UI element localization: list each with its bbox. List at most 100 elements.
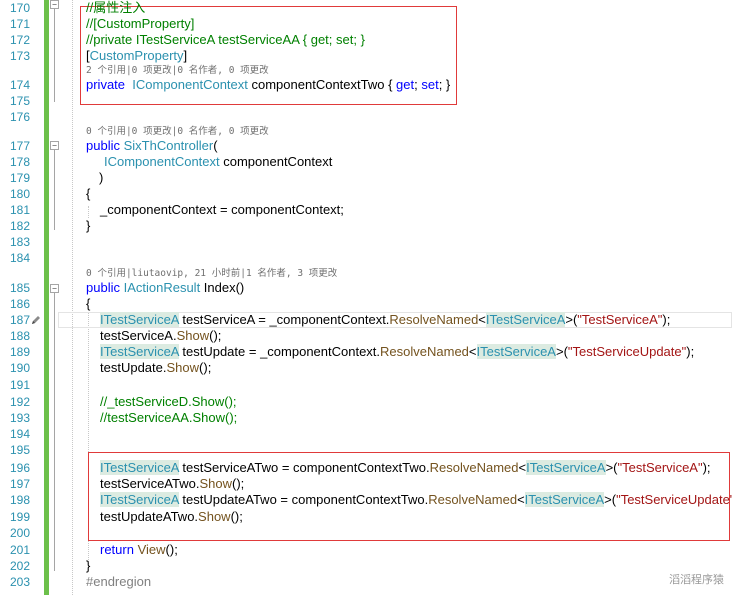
codelens-info[interactable]: 0 个引用|liutaovip, 21 小时前|1 名作者, 3 项更改 <box>86 268 337 280</box>
code-text: testUpdate = _componentContext. <box>178 344 381 359</box>
comment-text: //testServiceAA.Show(); <box>100 410 238 425</box>
code-text: testServiceATwo = componentContextTwo. <box>178 460 430 475</box>
code-line-182[interactable]: } <box>86 218 90 234</box>
line-number: 193 <box>9 411 30 425</box>
line-number: 176 <box>9 110 30 124</box>
code-text: < <box>468 344 477 359</box>
type-name-highlighted: ITestServiceA <box>100 344 179 359</box>
type-name: IComponentContext <box>132 77 248 92</box>
code-text: >( <box>565 312 578 327</box>
code-text: testUpdate. <box>100 360 167 375</box>
line-number: 182 <box>9 219 30 233</box>
type-name: IActionResult <box>123 280 201 295</box>
code-line-198[interactable]: ITestServiceA testUpdateATwo = component… <box>100 492 732 508</box>
code-line-202[interactable]: } <box>86 558 90 574</box>
line-number: 171 <box>9 17 30 31</box>
line-number: 184 <box>9 251 30 265</box>
line-number: 203 <box>9 575 30 589</box>
code-line-193[interactable]: //testServiceAA.Show(); <box>100 410 237 426</box>
codelens-info[interactable]: 0 个引用|0 项更改|0 名作者, 0 项更改 <box>86 126 269 138</box>
collapse-region-icon[interactable]: − <box>50 0 59 9</box>
line-number: 188 <box>9 329 30 343</box>
code-line-189[interactable]: ITestServiceA testUpdate = _componentCon… <box>100 344 694 360</box>
code-text: >( <box>604 492 617 507</box>
code-text: ; } <box>438 77 451 92</box>
keyword: get <box>396 77 415 92</box>
type-name: SixThController <box>123 138 214 153</box>
code-line-192[interactable]: //_testServiceD.Show(); <box>100 394 237 410</box>
line-number: 197 <box>9 477 30 491</box>
code-line-203[interactable]: #endregion <box>86 574 151 590</box>
collapse-index-icon[interactable]: − <box>50 284 59 293</box>
type-name-highlighted: ITestServiceA <box>100 460 179 475</box>
line-number: 192 <box>9 395 30 409</box>
method-name: Show <box>176 328 210 343</box>
change-indicator-bar <box>44 0 49 595</box>
code-text: (); <box>199 360 212 375</box>
code-line-174[interactable]: private IComponentContext componentConte… <box>86 77 450 93</box>
code-text: (); <box>230 509 243 524</box>
code-text: testUpdateATwo. <box>100 509 199 524</box>
code-text: (); <box>232 476 245 491</box>
type-name-highlighted: ITestServiceA <box>524 492 605 507</box>
code-text: (); <box>165 542 178 557</box>
code-line-197[interactable]: testServiceATwo.Show(); <box>100 476 244 492</box>
line-number: 170 <box>9 1 30 15</box>
code-line-190[interactable]: testUpdate.Show(); <box>100 360 211 376</box>
method-name: ResolveNamed <box>389 312 479 327</box>
comment-text: //[CustomProperty] <box>86 16 195 31</box>
keyword: set <box>421 77 439 92</box>
code-line-188[interactable]: testServiceA.Show(); <box>100 328 221 344</box>
type-name-highlighted: ITestServiceA <box>485 312 566 327</box>
line-number: 179 <box>9 171 30 185</box>
keyword: public <box>86 138 120 153</box>
keyword: return <box>100 542 134 557</box>
line-number: 181 <box>9 203 30 217</box>
code-line-180[interactable]: { <box>86 186 90 202</box>
code-text: < <box>478 312 486 327</box>
line-number: 186 <box>9 297 30 311</box>
code-line-172[interactable]: //private ITestServiceA testServiceAA { … <box>86 32 365 48</box>
code-line-171[interactable]: //[CustomProperty] <box>86 16 194 32</box>
line-number: 202 <box>9 559 30 573</box>
code-line-196[interactable]: ITestServiceA testServiceATwo = componen… <box>100 460 711 476</box>
code-line-170[interactable]: //属性注入 <box>86 0 145 16</box>
code-text: ); <box>686 344 695 359</box>
collapse-ctor-icon[interactable]: − <box>50 141 59 150</box>
method-name: Show <box>199 476 232 491</box>
code-line-187[interactable]: ITestServiceA testServiceA = _componentC… <box>100 312 670 328</box>
code-text: ( <box>213 138 218 153</box>
code-line-181[interactable]: _componentContext = componentContext; <box>100 202 344 218</box>
code-text: testUpdateATwo = componentContextTwo. <box>178 492 429 507</box>
code-line-201[interactable]: return View(); <box>100 542 178 558</box>
code-line-178[interactable]: IComponentContext componentContext <box>104 154 332 170</box>
line-number: 175 <box>9 94 30 108</box>
string-literal: "TestServiceUpdate" <box>616 492 732 507</box>
indent-guide <box>72 0 73 595</box>
comment-text: //private ITestServiceA testServiceAA { … <box>86 32 365 47</box>
line-number: 195 <box>9 443 30 457</box>
line-number: 178 <box>9 155 30 169</box>
bracket: ] <box>183 48 188 63</box>
line-number: 200 <box>9 526 30 540</box>
code-line-177[interactable]: public SixThController( <box>86 138 218 154</box>
code-text: >( <box>555 344 568 359</box>
code-text: testServiceA = _componentContext. <box>178 312 390 327</box>
code-line-186[interactable]: { <box>86 296 90 312</box>
method-name: ResolveNamed <box>428 492 518 507</box>
line-number: 196 <box>9 461 30 475</box>
code-line-185[interactable]: public IActionResult Index() <box>86 280 244 296</box>
code-line-199[interactable]: testUpdateATwo.Show(); <box>100 509 243 525</box>
watermark: 滔滔程序猿 <box>669 574 724 586</box>
codelens-info[interactable]: 2 个引用|0 项更改|0 名作者, 0 项更改 <box>86 65 269 77</box>
code-line-179[interactable]: ) <box>99 170 103 186</box>
line-number: 174 <box>9 78 30 92</box>
code-text: Index() <box>200 280 245 295</box>
fold-guide-region-1 <box>54 8 55 102</box>
attribute-name: CustomProperty <box>89 48 184 63</box>
code-text: < <box>517 492 525 507</box>
code-text: testServiceATwo. <box>100 476 200 491</box>
code-text: (); <box>209 328 222 343</box>
code-line-173[interactable]: [CustomProperty] <box>86 48 187 64</box>
string-literal: "TestServiceUpdate" <box>567 344 687 359</box>
